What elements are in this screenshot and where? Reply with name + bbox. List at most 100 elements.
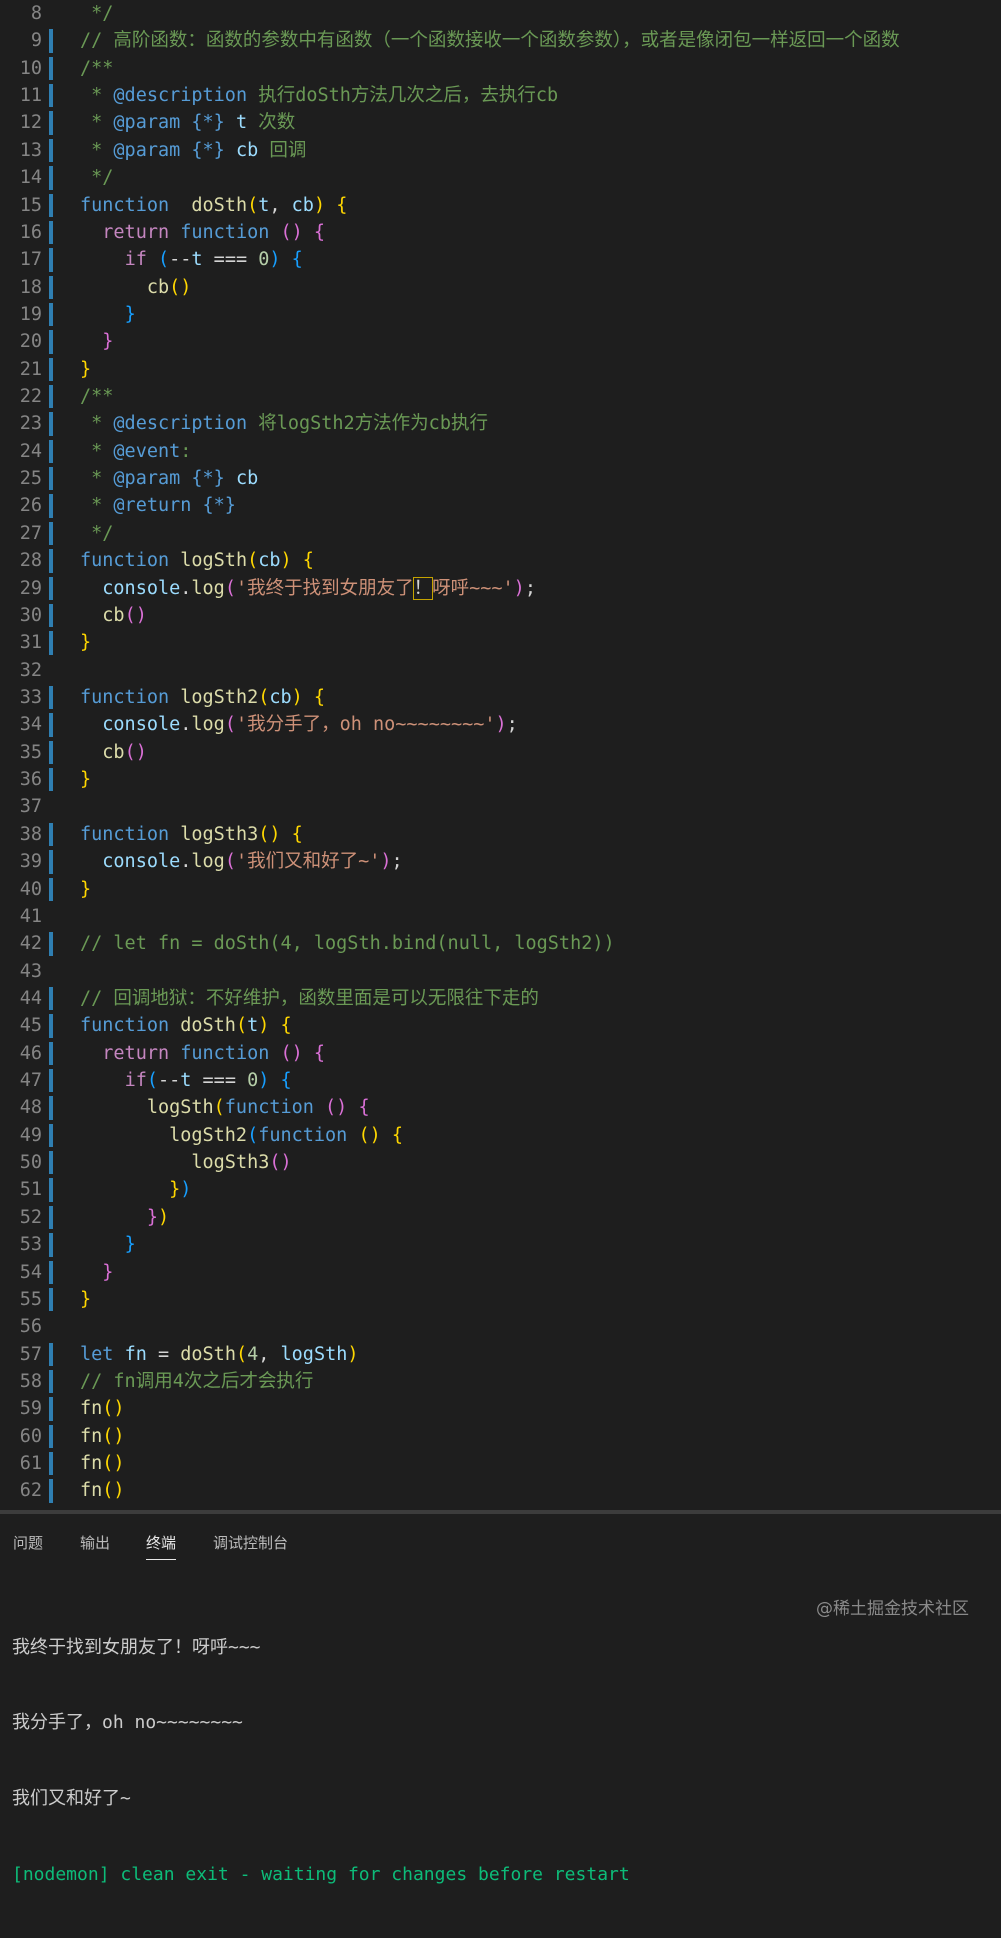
- modified-line-marker: [49, 986, 53, 1011]
- code-token: (: [157, 249, 170, 271]
- code-line[interactable]: 57 let fn = doSth(4, logSth): [0, 1341, 1001, 1368]
- code-line[interactable]: 24 * @event:: [0, 438, 1001, 465]
- nodemon-status-line: [nodemon] clean exit - waiting for chang…: [12, 1864, 630, 1886]
- code-token: {: [325, 194, 348, 216]
- code-line[interactable]: 21}: [0, 356, 1001, 383]
- code-line[interactable]: 61 fn(): [0, 1450, 1001, 1477]
- code-line[interactable]: 55}: [0, 1286, 1001, 1313]
- code-token: function: [180, 1042, 270, 1064]
- code-line[interactable]: 27 */: [0, 520, 1001, 547]
- code-line[interactable]: 46 return function () {: [0, 1040, 1001, 1067]
- modified-line-marker: [49, 1041, 53, 1066]
- modified-line-marker: [49, 1452, 53, 1476]
- code-line[interactable]: 39 console.log('我们又和好了~');: [0, 848, 1001, 875]
- code-line[interactable]: 17 if (--t === 0) {: [0, 246, 1001, 273]
- tab-debug-console[interactable]: 调试控制台: [213, 1532, 288, 1559]
- modified-line-marker: [49, 1205, 53, 1230]
- code-line[interactable]: 37: [0, 793, 1001, 820]
- code-token: fn: [124, 1343, 147, 1365]
- code-line[interactable]: 19 }: [0, 301, 1001, 328]
- code-token: (): [169, 276, 192, 298]
- code-text: logSth(function () {: [80, 1094, 370, 1121]
- code-line[interactable]: 25 * @param {*} cb: [0, 465, 1001, 492]
- code-editor[interactable]: 8 */ 9 // 高阶函数：函数的参数中有函数（一个函数接收一个函数参数），或者是…: [0, 0, 1001, 1510]
- modified-line-marker: [49, 467, 53, 491]
- code-line[interactable]: 45 function doSth(t) {: [0, 1012, 1001, 1039]
- code-line[interactable]: 41: [0, 903, 1001, 930]
- code-line[interactable]: 22 /**: [0, 383, 1001, 410]
- code-line[interactable]: 56: [0, 1313, 1001, 1340]
- code-line[interactable]: 14 */: [0, 164, 1001, 191]
- code-line[interactable]: 30 cb(): [0, 602, 1001, 629]
- code-line[interactable]: 8 */: [0, 0, 1001, 27]
- line-number: 43: [19, 960, 42, 982]
- tab-problems[interactable]: 问题: [13, 1532, 43, 1559]
- code-line[interactable]: 29 console.log('我终于找到女朋友了！呀呼~~~');: [0, 575, 1001, 602]
- code-text: if (--t === 0) {: [80, 246, 303, 273]
- code-line[interactable]: 18 cb(): [0, 274, 1001, 301]
- code-line[interactable]: 53 }: [0, 1231, 1001, 1258]
- code-line[interactable]: 44 // 回调地狱：不好维护，函数里面是可以无限往下走的: [0, 985, 1001, 1012]
- line-number: 56: [19, 1316, 42, 1338]
- code-line[interactable]: 10 /**: [0, 55, 1001, 82]
- code-line[interactable]: 51 }): [0, 1176, 1001, 1203]
- code-line[interactable]: 15 function doSth(t, cb) {: [0, 192, 1001, 219]
- code-token: {*}: [191, 468, 225, 490]
- code-text: logSth2(function () {: [80, 1122, 403, 1149]
- code-token: if: [124, 1070, 147, 1092]
- code-text: }: [80, 1286, 91, 1313]
- line-number: 46: [19, 1042, 42, 1064]
- code-line[interactable]: 12 * @param {*} t 次数: [0, 109, 1001, 136]
- code-token: // 高阶函数：函数的参数中有函数（一个函数接收一个函数参数），或者是像闭包一样…: [80, 30, 900, 52]
- code-line[interactable]: 49 logSth2(function () {: [0, 1122, 1001, 1149]
- code-line[interactable]: 23 * @description 将logSth2方法作为cb执行: [0, 410, 1001, 437]
- code-token: ): [380, 851, 392, 873]
- code-line[interactable]: 34 console.log('我分手了，oh no~~~~~~~~');: [0, 711, 1001, 738]
- modified-line-marker: [49, 603, 53, 628]
- code-line[interactable]: 43: [0, 958, 1001, 985]
- code-line[interactable]: 52 }): [0, 1204, 1001, 1231]
- code-line[interactable]: 31}: [0, 629, 1001, 656]
- code-line[interactable]: 26 * @return {*}: [0, 492, 1001, 519]
- code-line[interactable]: 20 }: [0, 328, 1001, 355]
- modified-line-marker: [49, 220, 53, 245]
- line-number: 52: [19, 1206, 42, 1228]
- code-line[interactable]: 62 fn(): [0, 1477, 1001, 1504]
- code-line[interactable]: 36}: [0, 766, 1001, 793]
- code-token: return: [102, 221, 170, 243]
- code-line[interactable]: 59 fn(): [0, 1395, 1001, 1422]
- code-token: ===: [202, 249, 259, 271]
- code-line[interactable]: 32: [0, 657, 1001, 684]
- code-token: (): [124, 604, 147, 626]
- code-token: *: [80, 413, 114, 435]
- code-token: ;: [506, 714, 518, 736]
- code-token: }: [124, 1234, 136, 1256]
- code-token: .: [180, 577, 192, 599]
- code-token: // 回调地狱：不好维护，函数里面是可以无限往下走的: [80, 987, 539, 1009]
- code-line[interactable]: 50 logSth3(): [0, 1149, 1001, 1176]
- code-line[interactable]: 11 * @description 执行doSth方法几次之后，去执行cb: [0, 82, 1001, 109]
- code-line[interactable]: 38 function logSth3() {: [0, 821, 1001, 848]
- code-line[interactable]: 60 fn(): [0, 1423, 1001, 1450]
- terminal-output[interactable]: 我终于找到女朋友了！呀呼~~~ 我分手了，oh no~~~~~~~~ 我们又和好…: [12, 1584, 630, 1938]
- code-line[interactable]: 13 * @param {*} cb 回调: [0, 137, 1001, 164]
- code-line[interactable]: 35 cb(): [0, 739, 1001, 766]
- tab-terminal[interactable]: 终端: [146, 1532, 177, 1560]
- code-line[interactable]: 42 // let fn = doSth(4, logSth.bind(null,…: [0, 930, 1001, 957]
- tab-output[interactable]: 输出: [80, 1532, 110, 1559]
- code-token: log: [191, 714, 225, 736]
- line-number: 15: [19, 194, 42, 216]
- code-line[interactable]: 47 if(--t === 0) {: [0, 1067, 1001, 1094]
- code-line[interactable]: 28 function logSth(cb) {: [0, 547, 1001, 574]
- modified-line-marker: [49, 1424, 53, 1449]
- code-line[interactable]: 54 }: [0, 1259, 1001, 1286]
- code-token: function: [80, 1015, 170, 1037]
- code-line[interactable]: 33 function logSth2(cb) {: [0, 684, 1001, 711]
- code-line[interactable]: 16 return function () {: [0, 219, 1001, 246]
- code-line[interactable]: 58 // fn调用4次之后才会执行: [0, 1368, 1001, 1395]
- code-line[interactable]: 40}: [0, 876, 1001, 903]
- code-line[interactable]: 48 logSth(function () {: [0, 1094, 1001, 1121]
- code-line[interactable]: 9 // 高阶函数：函数的参数中有函数（一个函数接收一个函数参数），或者是像闭包一…: [0, 27, 1001, 54]
